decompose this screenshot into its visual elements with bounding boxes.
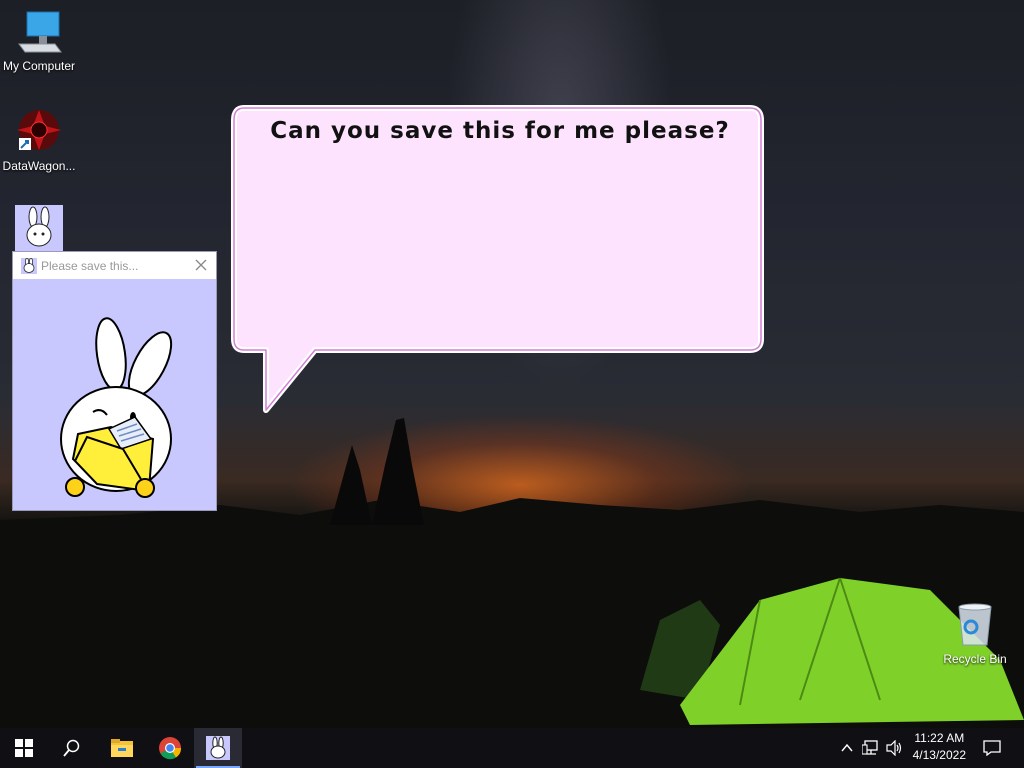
taskbar-bunny-app[interactable] bbox=[194, 728, 242, 768]
window-titlebar[interactable]: Please save this... bbox=[13, 252, 216, 279]
chrome-icon bbox=[159, 737, 182, 760]
close-icon[interactable] bbox=[192, 256, 210, 274]
desktop-icon-bunny-app[interactable] bbox=[1, 205, 77, 254]
speech-bubble-text: Can you save this for me please? bbox=[270, 118, 730, 144]
volume-icon[interactable] bbox=[886, 740, 904, 756]
desktop-icon-datawagon[interactable]: DataWagon... bbox=[1, 108, 77, 173]
desktop-icon-label: My Computer bbox=[2, 59, 76, 73]
taskbar-chrome[interactable] bbox=[146, 728, 194, 768]
window-title: Please save this... bbox=[41, 258, 139, 273]
search-button[interactable] bbox=[48, 728, 96, 768]
search-icon bbox=[63, 739, 80, 757]
speech-bubble bbox=[231, 105, 764, 413]
desktop-icon-label: DataWagon... bbox=[2, 159, 76, 173]
clock-time: 11:22 AM bbox=[914, 731, 965, 745]
clock-date: 4/13/2022 bbox=[912, 748, 966, 762]
computer-icon bbox=[18, 11, 62, 53]
bunny-app-icon bbox=[21, 257, 37, 274]
app-window[interactable]: Please save this... bbox=[12, 251, 217, 511]
taskbar: 11:22 AM 4/13/2022 bbox=[0, 728, 1024, 768]
chevron-up-icon[interactable] bbox=[840, 742, 854, 754]
start-button[interactable] bbox=[0, 728, 48, 768]
start-icon bbox=[15, 739, 33, 757]
datawagon-icon bbox=[17, 110, 61, 150]
bunny-holding-folder-illustration bbox=[60, 317, 173, 498]
notification-icon[interactable] bbox=[983, 740, 1001, 756]
clock[interactable]: 11:22 AM 4/13/2022 bbox=[913, 730, 966, 764]
file-explorer-icon bbox=[111, 739, 133, 757]
desktop: My Computer DataWagon... Recycle Bin Can… bbox=[0, 0, 1024, 728]
taskbar-file-explorer[interactable] bbox=[98, 728, 146, 768]
desktop-icon-my-computer[interactable]: My Computer bbox=[1, 10, 77, 73]
bunny-app-icon bbox=[206, 736, 230, 760]
desktop-icon-label: Recycle Bin bbox=[943, 652, 1007, 666]
network-icon[interactable] bbox=[862, 740, 880, 756]
desktop-icon-recycle-bin[interactable]: Recycle Bin bbox=[937, 603, 1013, 666]
recycle-bin-icon bbox=[958, 603, 992, 646]
bunny-app-icon bbox=[15, 205, 63, 251]
